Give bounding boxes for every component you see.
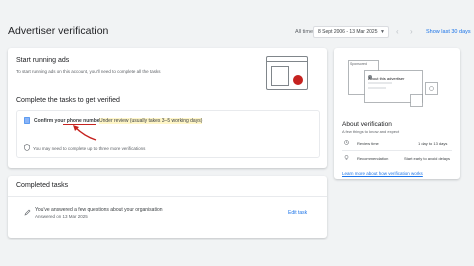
- review-time-label: Review time: [357, 141, 379, 146]
- edit-pencil-icon: [24, 209, 31, 216]
- show-last-30-days-link[interactable]: Show last 30 days: [426, 29, 471, 35]
- illustration-tag: Sponsored: [350, 62, 367, 66]
- advertiser-info-illustration: [348, 60, 438, 107]
- about-verification-title: About verification: [342, 121, 392, 128]
- completed-title: Completed tasks: [16, 182, 69, 189]
- top-bar: [0, 0, 474, 44]
- completed-divider: [8, 196, 327, 197]
- illustration-heading: About this advertiser: [368, 76, 405, 81]
- recommendation-label: Recommendation: [357, 156, 389, 161]
- recommendation-value: Start early to avoid delays: [404, 156, 451, 161]
- phone-doc-icon: [24, 117, 30, 124]
- shield-icon: [24, 144, 30, 151]
- next-period-icon[interactable]: ›: [410, 26, 413, 38]
- start-desc: To start running ads on this account, yo…: [16, 69, 161, 74]
- page-title: Advertiser verification: [8, 25, 109, 37]
- start-title: Start running ads: [16, 57, 70, 64]
- annotation-arrow-icon: [73, 125, 97, 141]
- date-range-picker[interactable]: 8 Sept 2006 - 13 Mar 2025 ▼: [313, 26, 389, 38]
- learn-more-link[interactable]: Learn more about how verification works: [342, 171, 423, 176]
- tasks-title: Complete the tasks to get verified: [16, 97, 120, 104]
- phone-task-status: Under review (usually takes 3–5 working …: [99, 118, 203, 124]
- date-label: All time: [295, 29, 314, 35]
- date-range-value: 8 Sept 2006 - 13 Mar 2025: [318, 29, 378, 35]
- ad-illustration: [266, 56, 308, 90]
- page-footer-area: [0, 240, 474, 266]
- lightbulb-icon: [344, 155, 349, 160]
- completed-task-label: You've answered a few questions about yo…: [35, 207, 163, 213]
- side-divider: [342, 150, 452, 151]
- previous-period-icon[interactable]: ‹: [396, 26, 399, 38]
- clock-icon: [344, 140, 349, 145]
- more-verifications-note: You may need to complete up to three mor…: [33, 146, 146, 151]
- review-time-value: 1 day to 13 days: [418, 141, 448, 146]
- completed-task-date: Answered on 13 Mar 2025: [35, 214, 88, 219]
- about-verification-subtitle: A few things to know and expect: [342, 129, 400, 134]
- chevron-down-icon: ▼: [380, 29, 385, 35]
- edit-task-link[interactable]: Edit task: [288, 210, 307, 216]
